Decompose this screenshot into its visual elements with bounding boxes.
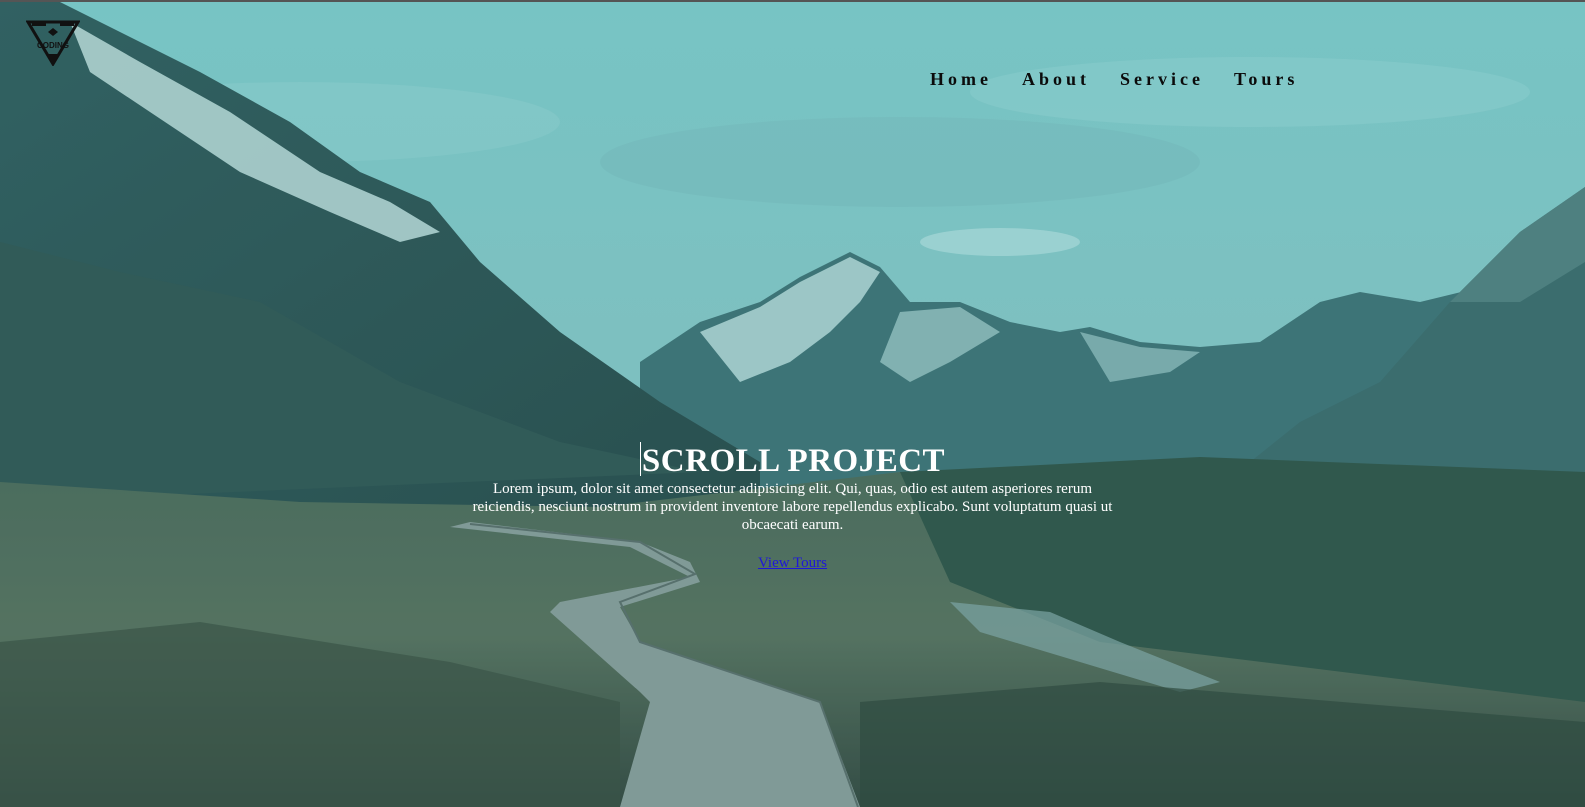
nav-tours-link[interactable]: Tours bbox=[1234, 68, 1298, 90]
banner-description: Lorem ipsum, dolor sit amet consectetur … bbox=[472, 481, 1113, 533]
hero-section: CODING Home About Service Tours SCROLL P… bbox=[0, 0, 1585, 807]
nav-home-link[interactable]: Home bbox=[930, 68, 992, 90]
view-tours-link[interactable]: View Tours bbox=[758, 554, 827, 572]
coding-logo-icon[interactable]: CODING bbox=[26, 20, 80, 66]
nav-service-link[interactable]: Service bbox=[1120, 68, 1204, 90]
main-nav: Home About Service Tours bbox=[930, 68, 1328, 90]
mountain-landscape-background bbox=[0, 2, 1585, 807]
banner: SCROLL PROJECT Lorem ipsum, dolor sit am… bbox=[0, 442, 1585, 572]
banner-title: SCROLL PROJECT bbox=[641, 443, 946, 479]
logo-text: CODING bbox=[37, 41, 69, 50]
text-cursor bbox=[639, 442, 641, 476]
banner-title-wrap: SCROLL PROJECT bbox=[0, 442, 1585, 480]
nav-about-link[interactable]: About bbox=[1022, 68, 1090, 90]
